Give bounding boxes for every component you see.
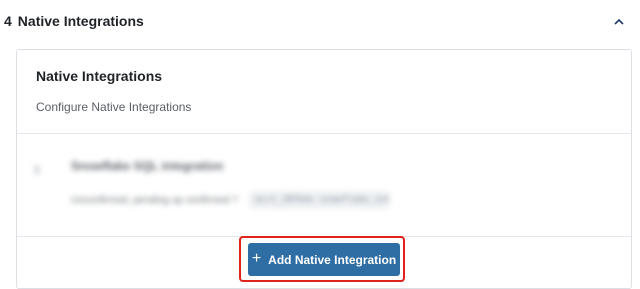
section-title-text: Native Integrations: [17, 13, 144, 29]
add-native-integration-button[interactable]: + Add Native Integration: [248, 243, 400, 276]
integration-status-text: Unconfirmed, pending op confirmed ?: [71, 195, 238, 206]
chevron-up-icon[interactable]: [611, 13, 627, 29]
integration-code-snippet: acct_28fb4c.snowflake_int: [249, 191, 390, 209]
integration-name: Snowflake SQL integration: [71, 159, 224, 173]
plus-icon: +: [251, 249, 262, 267]
add-native-integration-label: Add Native Integration: [268, 252, 397, 267]
card-title: Native Integrations: [36, 68, 163, 84]
chevron-right-icon[interactable]: [33, 162, 43, 175]
section-title: 4 Native Integrations: [4, 13, 144, 29]
integration-item[interactable]: Snowflake SQL integration Unconfirmed, p…: [17, 134, 631, 236]
card-subtitle: Configure Native Integrations: [36, 100, 192, 114]
section-number: 4: [4, 13, 12, 29]
section-header[interactable]: 4 Native Integrations: [0, 0, 640, 44]
